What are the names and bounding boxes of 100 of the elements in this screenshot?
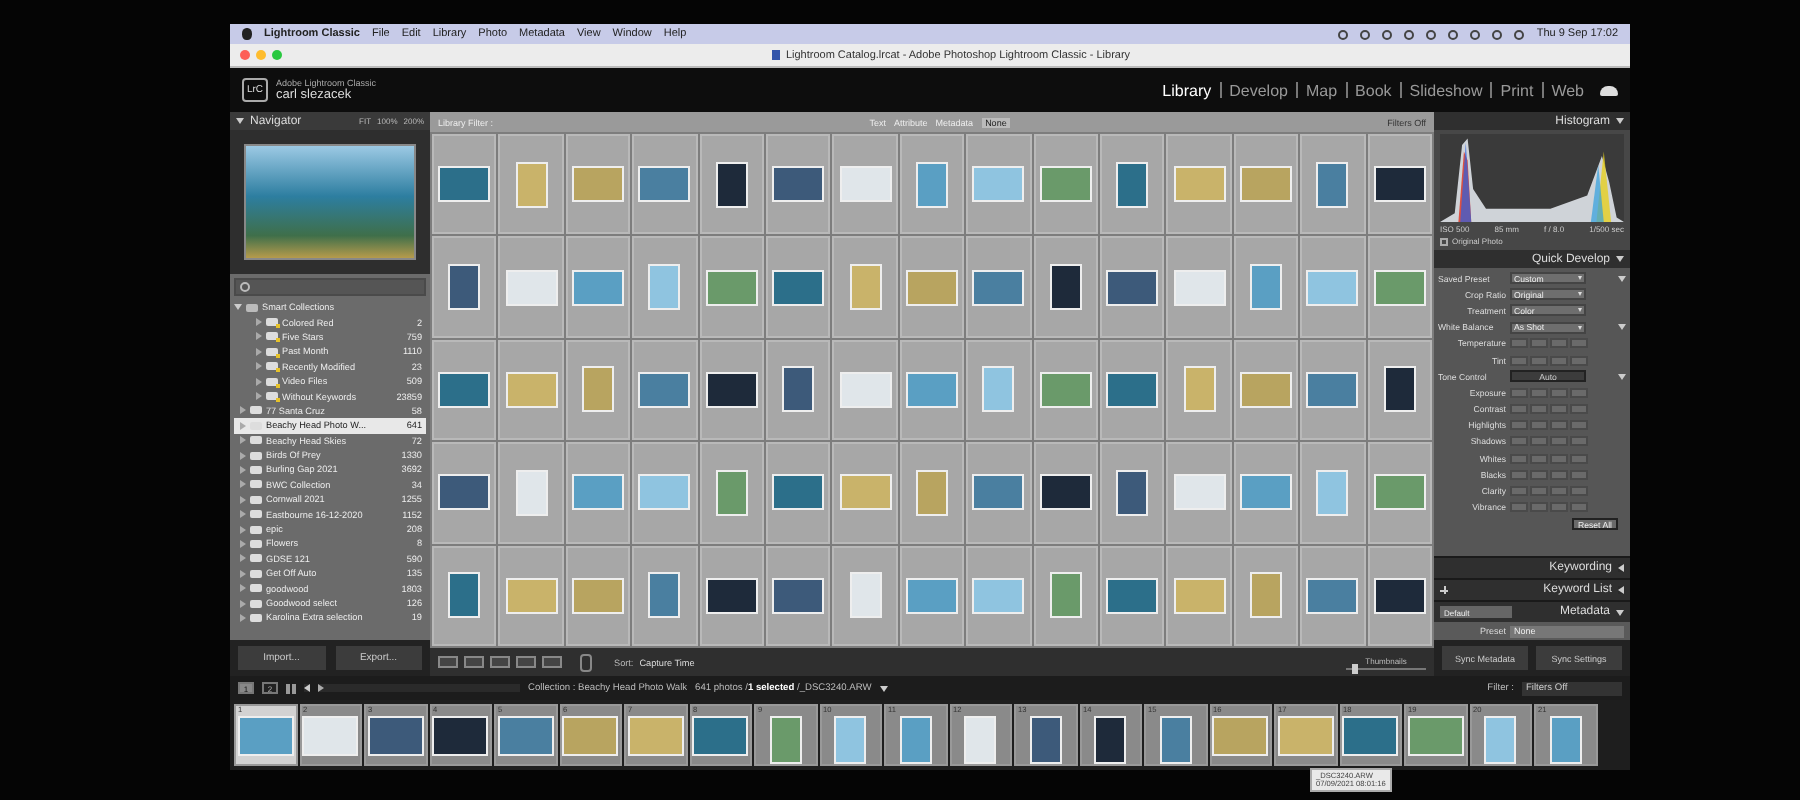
grid-cell[interactable]	[432, 339, 497, 441]
grid-cell[interactable]	[966, 442, 1032, 544]
grid-cell[interactable]	[1367, 236, 1432, 338]
grid-cell[interactable]	[632, 442, 698, 544]
apple-icon[interactable]	[242, 28, 252, 40]
triangle-down-icon[interactable]	[1616, 256, 1624, 262]
grid-cell[interactable]	[565, 236, 631, 338]
grid-cell[interactable]	[632, 134, 698, 235]
maximize-icon[interactable]	[272, 50, 282, 60]
spray-can-icon[interactable]	[580, 653, 592, 671]
close-icon[interactable]	[240, 50, 250, 60]
people-view-icon[interactable]	[542, 656, 562, 668]
grid-cell[interactable]	[832, 236, 898, 338]
grid-cell[interactable]	[1233, 134, 1299, 235]
grid-cell[interactable]	[832, 545, 898, 646]
grid-cell[interactable]	[432, 545, 497, 646]
grid-cell[interactable]	[766, 134, 831, 235]
grid-cell[interactable]	[565, 339, 631, 441]
triangle-down-icon[interactable]	[1616, 609, 1624, 615]
grid-cell[interactable]	[1300, 545, 1366, 646]
grid-cell[interactable]	[565, 134, 631, 235]
grid-cell[interactable]	[832, 442, 898, 544]
module-tab[interactable]: Map	[1305, 81, 1338, 99]
grid-cell[interactable]	[766, 442, 831, 544]
triangle-down-icon[interactable]	[1616, 118, 1624, 124]
survey-view-icon[interactable]	[516, 656, 536, 668]
grid-cell[interactable]	[1300, 339, 1366, 441]
grid-cell[interactable]	[1100, 236, 1165, 338]
grid-cell[interactable]	[966, 339, 1032, 441]
grid-cell[interactable]	[1100, 339, 1165, 441]
grid-cell[interactable]	[1033, 442, 1098, 544]
grid-cell[interactable]	[1300, 442, 1366, 544]
grid-cell[interactable]	[766, 339, 831, 441]
grid-cell[interactable]	[1300, 134, 1366, 235]
module-tab[interactable]: Slideshow	[1409, 81, 1483, 99]
checkbox[interactable]	[1440, 237, 1448, 245]
grid-cell[interactable]	[1166, 545, 1232, 646]
grid-cell[interactable]	[1033, 134, 1098, 235]
triangle-down-icon[interactable]	[1618, 275, 1626, 282]
grid-cell[interactable]	[498, 545, 564, 646]
grid-cell[interactable]	[899, 236, 965, 338]
grid-cell[interactable]	[498, 236, 564, 338]
grid-cell[interactable]	[498, 339, 564, 441]
grid-cell[interactable]	[432, 236, 497, 338]
grid-view-icon[interactable]	[438, 656, 458, 668]
grid-cell[interactable]	[1367, 134, 1432, 235]
grid-icon[interactable]	[286, 683, 296, 693]
grid-cell[interactable]	[1233, 545, 1299, 646]
grid-cell[interactable]	[1367, 442, 1432, 544]
grid-cell[interactable]	[632, 236, 698, 338]
module-tab[interactable]: Print	[1500, 81, 1534, 99]
grid-cell[interactable]	[766, 545, 831, 646]
grid-cell[interactable]	[899, 134, 965, 235]
grid-cell[interactable]	[699, 134, 764, 235]
grid-cell[interactable]	[966, 236, 1032, 338]
triangle-left-icon[interactable]	[1618, 564, 1624, 572]
grid-cell[interactable]	[1233, 236, 1299, 338]
triangle-down-icon[interactable]	[236, 118, 244, 124]
module-tab[interactable]: Web	[1551, 81, 1584, 99]
grid-cell[interactable]	[1100, 545, 1165, 646]
slider-thumb[interactable]	[1352, 663, 1359, 673]
triangle-left-icon[interactable]	[1618, 586, 1624, 594]
triangle-down-icon[interactable]	[1618, 373, 1626, 380]
grid-cell[interactable]	[832, 134, 898, 235]
triangle-down-icon[interactable]	[1618, 324, 1626, 331]
caret-icon[interactable]	[879, 685, 888, 691]
grid-cell[interactable]	[699, 545, 764, 646]
grid-cell[interactable]	[1033, 236, 1098, 338]
grid-cell[interactable]	[1233, 339, 1299, 441]
grid-cell[interactable]	[899, 339, 965, 441]
grid-cell[interactable]	[1367, 545, 1432, 646]
grid-cell[interactable]	[899, 442, 965, 544]
grid-cell[interactable]	[1166, 442, 1232, 544]
grid-cell[interactable]	[699, 339, 764, 441]
grid-cell[interactable]	[1367, 339, 1432, 441]
grid-cell[interactable]	[1166, 339, 1232, 441]
grid-cell[interactable]	[498, 442, 564, 544]
grid-cell[interactable]	[766, 236, 831, 338]
grid-cell[interactable]	[699, 442, 764, 544]
minimize-icon[interactable]	[256, 50, 266, 60]
grid-cell[interactable]	[1100, 442, 1165, 544]
grid-cell[interactable]	[432, 134, 497, 235]
search-field[interactable]	[234, 278, 426, 296]
loupe-view-icon[interactable]	[464, 656, 484, 668]
grid-cell[interactable]	[1166, 134, 1232, 235]
module-tab[interactable]: Develop	[1229, 81, 1288, 99]
grid-cell[interactable]	[632, 545, 698, 646]
grid-cell[interactable]	[1166, 236, 1232, 338]
grid-cell[interactable]	[432, 442, 497, 544]
module-tab[interactable]: Book	[1355, 81, 1392, 99]
grid-cell[interactable]	[832, 339, 898, 441]
grid-cell[interactable]	[899, 545, 965, 646]
cloud-icon[interactable]	[1600, 85, 1618, 95]
grid-cell[interactable]	[1300, 236, 1366, 338]
grid-cell[interactable]	[632, 339, 698, 441]
plus-icon[interactable]	[1440, 586, 1448, 594]
grid-cell[interactable]	[1033, 339, 1098, 441]
grid-cell[interactable]	[1233, 442, 1299, 544]
grid-cell[interactable]	[966, 134, 1032, 235]
grid-cell[interactable]	[1033, 545, 1098, 646]
